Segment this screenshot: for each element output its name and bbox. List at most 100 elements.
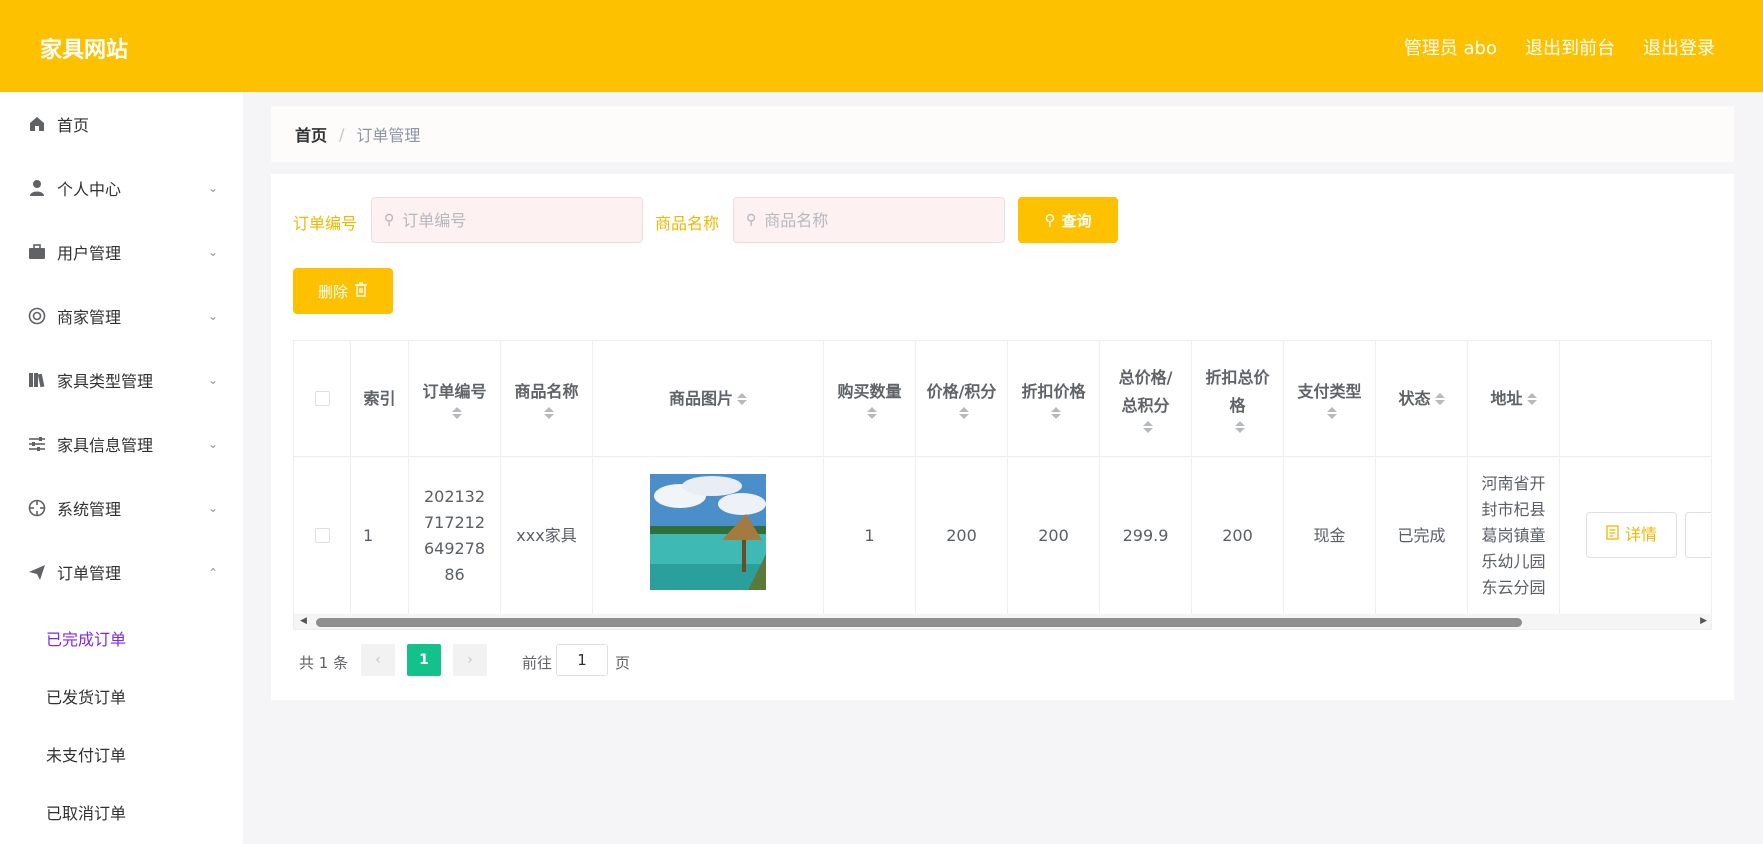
site-brand[interactable]: 家具网站 bbox=[40, 32, 128, 64]
table-cell-operations: 详情 bbox=[1560, 457, 1711, 614]
column-header-order-no[interactable]: 订单编号 bbox=[409, 341, 501, 457]
column-header-discount-total[interactable]: 折扣总价格 bbox=[1192, 341, 1284, 457]
prev-page-button[interactable]: ‹ bbox=[361, 644, 395, 676]
sidebar-subitem-shipped-orders[interactable]: 已发货订单 bbox=[0, 667, 243, 725]
chevron-down-icon: ⌄ bbox=[208, 181, 219, 195]
sort-icon[interactable] bbox=[1526, 392, 1537, 406]
column-header-label: 状态 bbox=[1398, 388, 1431, 408]
column-header-product-image[interactable]: 商品图片 bbox=[593, 341, 824, 457]
sort-icon[interactable] bbox=[1234, 420, 1245, 434]
sidebar-item-system[interactable]: 系统管理 ⌄ bbox=[0, 476, 243, 540]
sidebar-subitem-completed-orders[interactable]: 已完成订单 bbox=[0, 609, 243, 667]
column-header-label: 总价格/总积分 bbox=[1118, 367, 1173, 415]
select-all-checkbox[interactable] bbox=[314, 391, 330, 406]
scroll-right-icon[interactable]: ▶ bbox=[1700, 616, 1707, 626]
sort-icon[interactable] bbox=[451, 406, 462, 420]
breadcrumb-current: 订单管理 bbox=[356, 126, 421, 145]
edit-button[interactable] bbox=[1685, 512, 1711, 558]
select-all-header bbox=[294, 341, 351, 457]
sort-icon[interactable] bbox=[1434, 392, 1445, 406]
breadcrumb-home[interactable]: 首页 bbox=[295, 122, 327, 146]
table-cell-address: 河南省开封市杞县葛岗镇童乐幼儿园东云分园 bbox=[1468, 457, 1560, 614]
top-header: 家具网站 管理员 abo 退出到前台 退出登录 bbox=[0, 0, 1763, 92]
page-number-active[interactable]: 1 bbox=[407, 644, 441, 676]
books-icon bbox=[27, 370, 47, 390]
sidebar-item-furniture-info[interactable]: 家具信息管理 ⌄ bbox=[0, 412, 243, 476]
admin-user-link[interactable]: 管理员 abo bbox=[1404, 34, 1497, 60]
table-cell-price: 200 bbox=[916, 457, 1008, 614]
sort-icon[interactable] bbox=[866, 406, 877, 420]
main-panel: 订单编号 ⚲ 商品名称 ⚲ ⚲ 查询 删除 索引 订单编号 商品名称 bbox=[271, 174, 1734, 700]
scroll-left-icon[interactable]: ◀ bbox=[300, 616, 307, 626]
sidebar-subitem-cancelled-orders[interactable]: 已取消订单 bbox=[0, 783, 243, 841]
sort-icon[interactable] bbox=[737, 392, 747, 406]
chevron-down-icon: ⌄ bbox=[208, 245, 219, 259]
order-no-field[interactable]: ⚲ bbox=[371, 197, 643, 243]
column-header-price[interactable]: 价格/积分 bbox=[916, 341, 1008, 457]
sort-icon[interactable] bbox=[1326, 406, 1337, 420]
back-to-front-link[interactable]: 退出到前台 bbox=[1525, 34, 1615, 60]
product-name-input[interactable] bbox=[764, 210, 985, 230]
column-header-discount-price[interactable]: 折扣价格 bbox=[1008, 341, 1100, 457]
pagination-total: 共 1 条 bbox=[299, 654, 349, 672]
delete-button[interactable]: 删除 bbox=[293, 268, 393, 314]
sidebar-item-home[interactable]: 首页 bbox=[0, 92, 243, 156]
column-header-label: 支付类型 bbox=[1297, 381, 1362, 401]
search-icon: ⚲ bbox=[384, 212, 395, 228]
scrollbar-thumb[interactable] bbox=[316, 618, 1522, 627]
product-thumbnail[interactable] bbox=[650, 473, 766, 598]
product-name-field[interactable]: ⚲ bbox=[733, 197, 1005, 243]
sort-icon[interactable] bbox=[958, 406, 969, 420]
sidebar-item-label: 个人中心 bbox=[57, 180, 122, 199]
document-icon bbox=[1606, 522, 1619, 548]
table-cell-discount-price: 200 bbox=[1008, 457, 1100, 614]
trash-icon bbox=[354, 281, 368, 301]
column-header-label: 商品图片 bbox=[668, 388, 733, 408]
table-row-select-cell bbox=[294, 457, 351, 614]
column-header-label: 购买数量 bbox=[837, 381, 902, 401]
next-page-button[interactable]: › bbox=[453, 644, 487, 676]
column-header-label: 地址 bbox=[1490, 388, 1523, 408]
sidebar-item-label: 家具信息管理 bbox=[57, 436, 154, 455]
sidebar-item-profile[interactable]: 个人中心 ⌄ bbox=[0, 156, 243, 220]
chevron-down-icon: ⌄ bbox=[208, 373, 219, 387]
product-name-label: 商品名称 bbox=[655, 214, 720, 233]
sort-icon[interactable] bbox=[1142, 420, 1153, 434]
chevron-left-icon: ‹ bbox=[375, 652, 381, 668]
row-checkbox[interactable] bbox=[314, 528, 330, 543]
column-header-product-name[interactable]: 商品名称 bbox=[501, 341, 593, 457]
sidebar-item-orders[interactable]: 订单管理 ⌄ bbox=[0, 540, 243, 604]
sidebar-item-users[interactable]: 用户管理 ⌄ bbox=[0, 220, 243, 284]
sort-icon[interactable] bbox=[543, 406, 554, 420]
detail-button[interactable]: 详情 bbox=[1586, 512, 1677, 558]
column-header-label: 折扣价格 bbox=[1021, 381, 1086, 401]
briefcase-icon bbox=[27, 242, 47, 262]
chevron-down-icon: ⌄ bbox=[208, 501, 219, 515]
table-cell-index: 1 bbox=[351, 457, 409, 614]
sidebar-item-merchants[interactable]: 商家管理 ⌄ bbox=[0, 284, 243, 348]
sidebar-item-label: 商家管理 bbox=[57, 308, 122, 327]
column-header-label: 商品名称 bbox=[514, 381, 579, 401]
sort-icon[interactable] bbox=[1050, 406, 1061, 420]
column-header-label: 折扣总价格 bbox=[1205, 367, 1270, 415]
chevron-up-icon: ⌄ bbox=[208, 565, 219, 579]
table-cell-total: 299.9 bbox=[1100, 457, 1192, 614]
sidebar-subitem-unpaid-orders[interactable]: 未支付订单 bbox=[0, 725, 243, 783]
horizontal-scrollbar[interactable]: ◀ ▶ bbox=[294, 614, 1711, 629]
send-icon bbox=[27, 562, 47, 582]
logout-link[interactable]: 退出登录 bbox=[1643, 34, 1715, 60]
chevron-right-icon: › bbox=[467, 652, 473, 668]
column-header-status[interactable]: 状态 bbox=[1376, 341, 1468, 457]
delete-button-label: 删除 bbox=[317, 282, 348, 301]
column-header-pay-type[interactable]: 支付类型 bbox=[1284, 341, 1376, 457]
column-header-address[interactable]: 地址 bbox=[1468, 341, 1560, 457]
orders-table: 索引 订单编号 商品名称 商品图片 购买数量 价格/积分 折扣价格 总价格/总积… bbox=[293, 340, 1712, 630]
order-no-input[interactable] bbox=[402, 210, 623, 230]
target-icon bbox=[27, 498, 47, 518]
goto-page-input[interactable] bbox=[556, 644, 608, 676]
column-header-qty[interactable]: 购买数量 bbox=[824, 341, 916, 457]
sidebar-item-furniture-types[interactable]: 家具类型管理 ⌄ bbox=[0, 348, 243, 412]
query-button[interactable]: ⚲ 查询 bbox=[1018, 197, 1118, 243]
column-header-total[interactable]: 总价格/总积分 bbox=[1100, 341, 1192, 457]
table-cell-product-image bbox=[593, 457, 824, 614]
